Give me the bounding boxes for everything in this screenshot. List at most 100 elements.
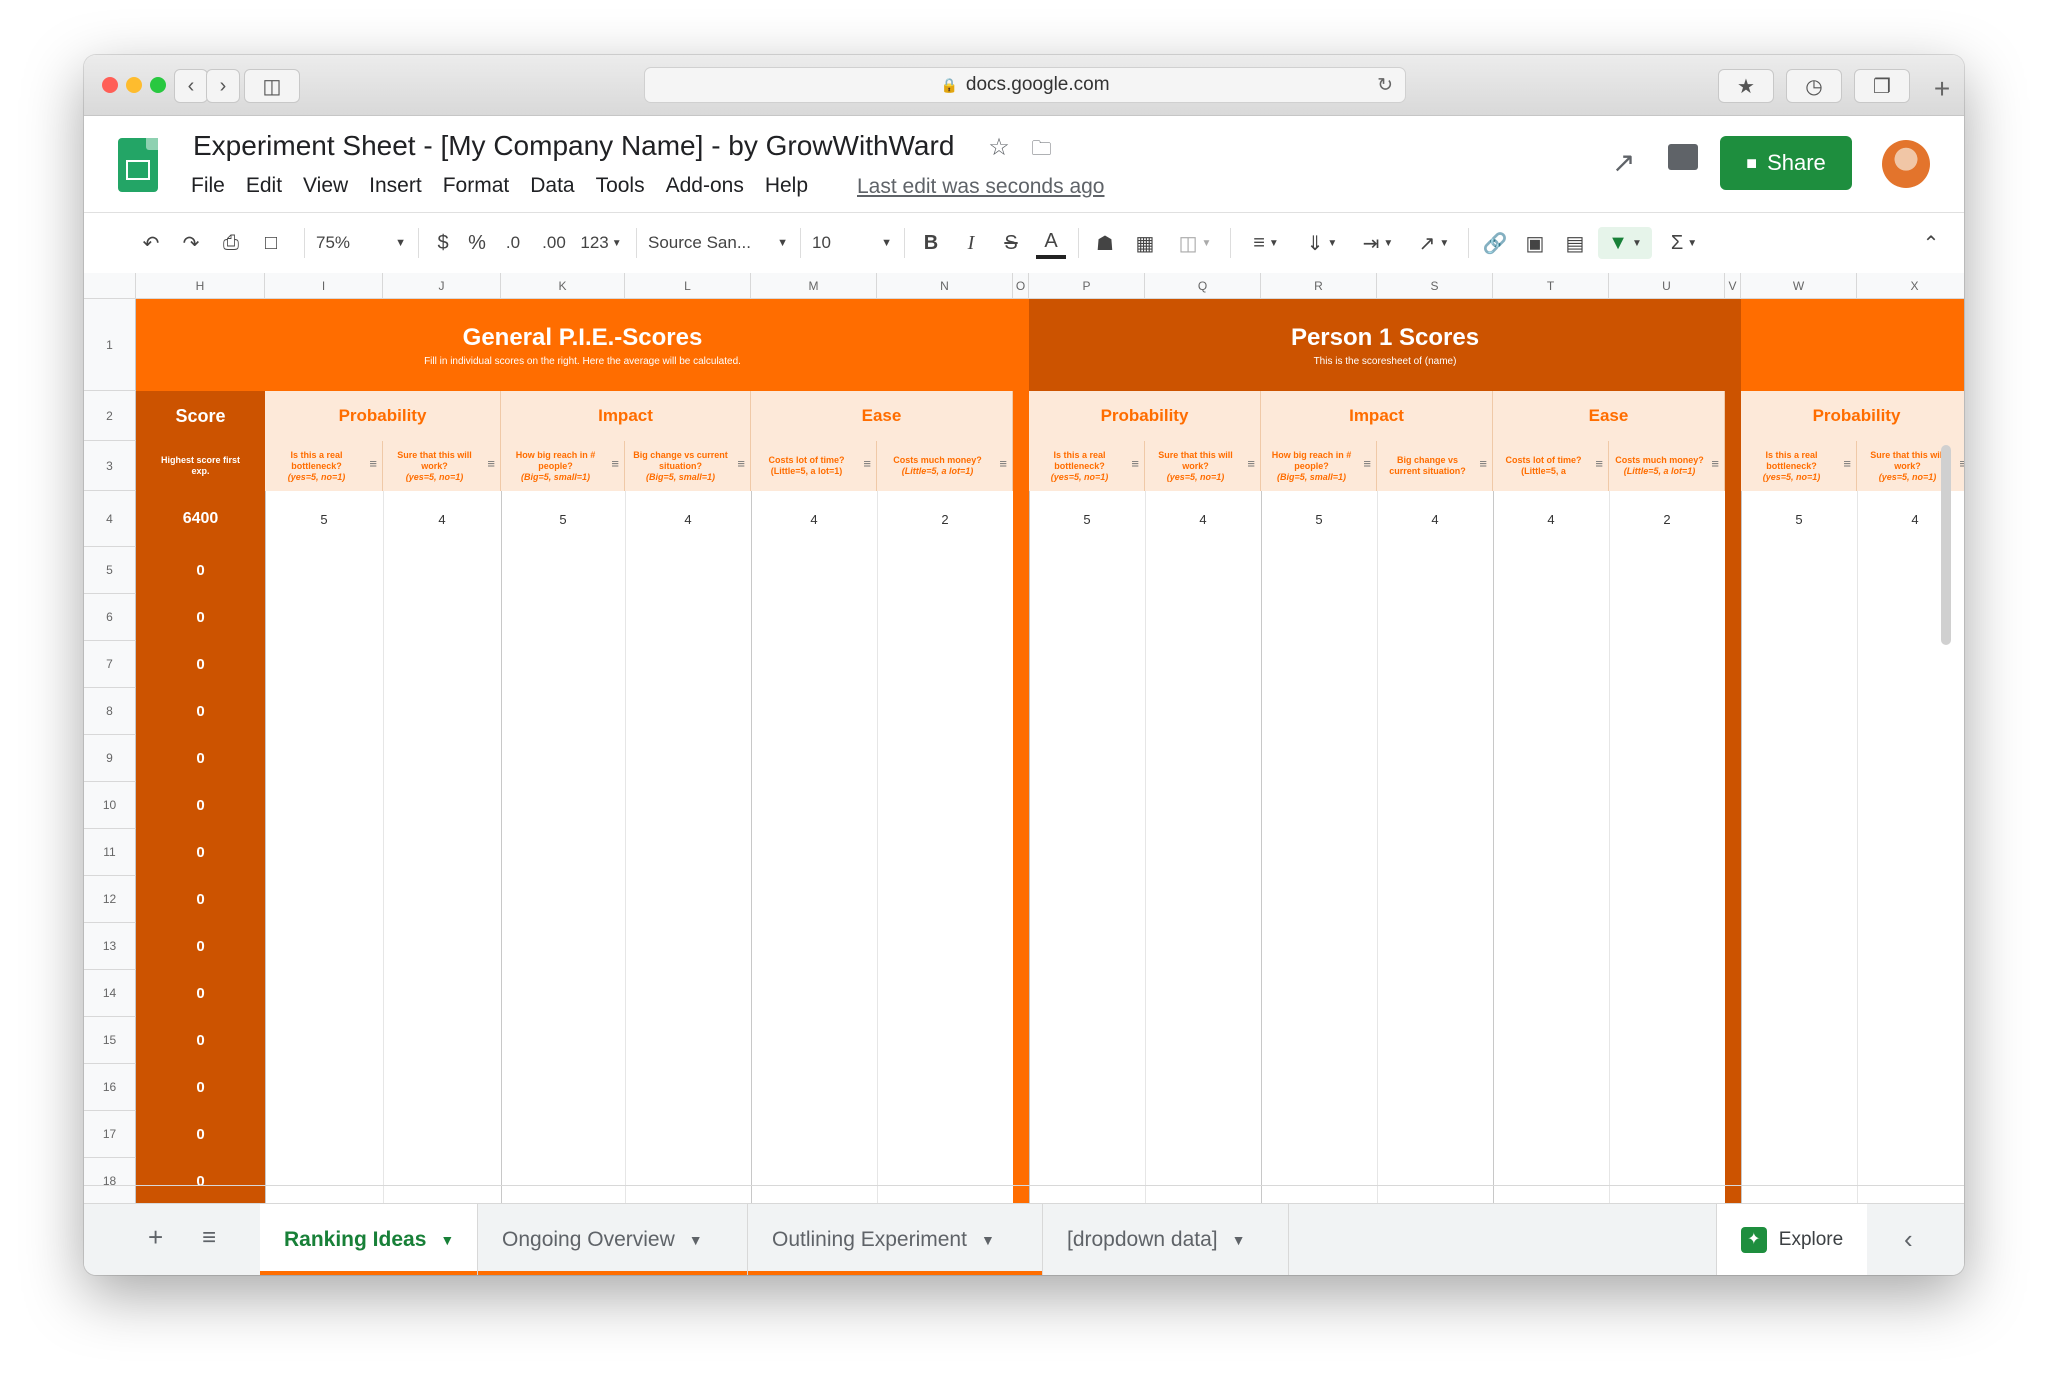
question-header[interactable]: How big reach in # people? (Big=5, small=…	[501, 441, 625, 491]
group-header-ease[interactable]: Ease	[751, 391, 1013, 441]
score-value[interactable]: 0	[136, 547, 265, 594]
row-header[interactable]: 6	[84, 594, 136, 641]
address-bar[interactable]: 🔒 docs.google.com ↻	[644, 67, 1406, 103]
history-button[interactable]: ◷	[1786, 69, 1842, 103]
share-button[interactable]: ■ Share	[1720, 136, 1852, 190]
menu-edit[interactable]: Edit	[246, 174, 282, 198]
collapse-toolbar-icon[interactable]: ⌃	[1916, 227, 1946, 259]
score-cell[interactable]: 5	[501, 491, 625, 547]
last-edit-link[interactable]: Last edit was seconds ago	[857, 175, 1105, 199]
move-folder-icon[interactable]: 🗀	[1031, 138, 1051, 160]
person1-scores-header[interactable]: Person 1 Scores This is the scoresheet of…	[1029, 299, 1741, 391]
score-value[interactable]: 0	[136, 594, 265, 641]
score-value[interactable]: 0	[136, 1111, 265, 1158]
menu-tools[interactable]: Tools	[596, 174, 645, 198]
spreadsheet-grid[interactable]: H I J K L M N O P Q R S T U V W X 1 2 3 4 5 6 7 8 9 10 11 12 13 14 15 16…	[84, 273, 1964, 1203]
question-header[interactable]: Sure that this will work? (yes=5, no=1) ≡	[1145, 441, 1261, 491]
avatar[interactable]	[1882, 140, 1930, 188]
filter-icon[interactable]: ≡	[1131, 457, 1139, 470]
format-percent-button[interactable]: %	[464, 227, 490, 259]
back-button[interactable]: ‹	[174, 69, 208, 103]
row-header[interactable]: 11	[84, 829, 136, 876]
all-sheets-button[interactable]: ≡	[202, 1224, 216, 1252]
text-color-icon[interactable]: A	[1036, 227, 1066, 259]
text-wrap-icon[interactable]: ⇥ ▼	[1354, 227, 1402, 259]
filter-icon[interactable]: ≡	[369, 457, 377, 470]
score-value[interactable]: 0	[136, 829, 265, 876]
tab-ranking-ideas[interactable]: Ranking Ideas ▼	[260, 1204, 478, 1275]
row-header[interactable]: 16	[84, 1064, 136, 1111]
column-header[interactable]: N	[877, 273, 1013, 299]
functions-icon[interactable]: Σ ▼	[1662, 227, 1706, 259]
question-header[interactable]: Sure that this will work? (yes=5, no=1) ≡	[383, 441, 501, 491]
question-header[interactable]: Costs lot of time? (Little=5, a lot=1) ≡	[751, 441, 877, 491]
menu-format[interactable]: Format	[443, 174, 510, 198]
comments-icon[interactable]	[1668, 144, 1698, 170]
menu-addons[interactable]: Add-ons	[666, 174, 744, 198]
score-cell[interactable]: 4	[1377, 491, 1493, 547]
column-header[interactable]: X	[1857, 273, 1964, 299]
score-value[interactable]: 0	[136, 970, 265, 1017]
score-value[interactable]: 0	[136, 1017, 265, 1064]
document-title[interactable]: Experiment Sheet - [My Company Name] - b…	[193, 130, 1051, 168]
score-cell[interactable]: 4	[1493, 491, 1609, 547]
row-header[interactable]: 12	[84, 876, 136, 923]
group-header-impact[interactable]: Impact	[1261, 391, 1493, 441]
score-value[interactable]: 0	[136, 1064, 265, 1111]
print-icon[interactable]: ⎙	[216, 227, 246, 259]
score-cell[interactable]: 4	[1145, 491, 1261, 547]
score-value[interactable]: 0	[136, 876, 265, 923]
row-header[interactable]: 7	[84, 641, 136, 688]
group-header-impact[interactable]: Impact	[501, 391, 751, 441]
fill-color-icon[interactable]: ☗	[1090, 227, 1120, 259]
insert-link-icon[interactable]: 🔗	[1480, 227, 1510, 259]
score-cell[interactable]: 5	[1029, 491, 1145, 547]
question-header[interactable]: Costs much money? (Little=5, a lot=1) ≡	[1609, 441, 1725, 491]
score-value[interactable]: 0	[136, 735, 265, 782]
score-value[interactable]: 0	[136, 923, 265, 970]
question-header[interactable]: Is this a real bottleneck? (yes=5, no=1) ≡	[1741, 441, 1857, 491]
horizontal-align-icon[interactable]: ≡ ▼	[1242, 227, 1290, 259]
column-header[interactable]: T	[1493, 273, 1609, 299]
bold-icon[interactable]: B	[916, 227, 946, 259]
more-formats-button[interactable]: 123 ▼	[578, 227, 624, 259]
borders-icon[interactable]: ▦	[1130, 227, 1160, 259]
score-cell[interactable]: 4	[751, 491, 877, 547]
tab-ongoing-overview[interactable]: Ongoing Overview ▼	[478, 1204, 748, 1275]
minimize-window-button[interactable]	[126, 77, 142, 93]
score-value[interactable]: 0	[136, 641, 265, 688]
select-all-corner[interactable]	[84, 273, 136, 299]
column-header[interactable]: P	[1029, 273, 1145, 299]
menu-help[interactable]: Help	[765, 174, 808, 198]
row-header[interactable]: 17	[84, 1111, 136, 1158]
insert-comment-icon[interactable]: ▣	[1520, 227, 1550, 259]
group-header-probability[interactable]: Probability	[1029, 391, 1261, 441]
score-cell[interactable]: 5	[1261, 491, 1377, 547]
bookmark-button[interactable]: ★	[1718, 69, 1774, 103]
score-value[interactable]: 0	[136, 1158, 265, 1203]
caret-down-icon[interactable]: ▼	[1232, 1232, 1246, 1248]
caret-down-icon[interactable]: ▼	[981, 1232, 995, 1248]
tab-dropdown-data[interactable]: [dropdown data] ▼	[1043, 1204, 1289, 1275]
row-header[interactable]: 10	[84, 782, 136, 829]
column-header[interactable]: U	[1609, 273, 1725, 299]
score-value[interactable]: 0	[136, 782, 265, 829]
group-header-ease[interactable]: Ease	[1493, 391, 1725, 441]
score-cell[interactable]: 5	[265, 491, 383, 547]
row-header[interactable]: 2	[84, 391, 136, 441]
filter-icon[interactable]: ≡	[737, 457, 745, 470]
score-note[interactable]: Highest score first exp.	[136, 441, 265, 491]
explore-button[interactable]: ✦ Explore	[1716, 1204, 1867, 1275]
zoom-select[interactable]: 75% ▼	[316, 227, 406, 259]
row-header[interactable]: 14	[84, 970, 136, 1017]
format-currency-button[interactable]: $	[430, 227, 456, 259]
text-rotation-icon[interactable]: ↗ ▼	[1410, 227, 1458, 259]
filter-icon[interactable]: ≡	[1479, 457, 1487, 470]
italic-icon[interactable]: I	[956, 227, 986, 259]
question-header[interactable]: Is this a real bottleneck? (yes=5, no=1) ≡	[265, 441, 383, 491]
menu-data[interactable]: Data	[530, 174, 574, 198]
group-header-probability[interactable]: Probability	[1741, 391, 1964, 441]
undo-icon[interactable]: ↶	[136, 227, 166, 259]
filter-icon[interactable]: ≡	[1711, 457, 1719, 470]
zoom-window-button[interactable]	[150, 77, 166, 93]
